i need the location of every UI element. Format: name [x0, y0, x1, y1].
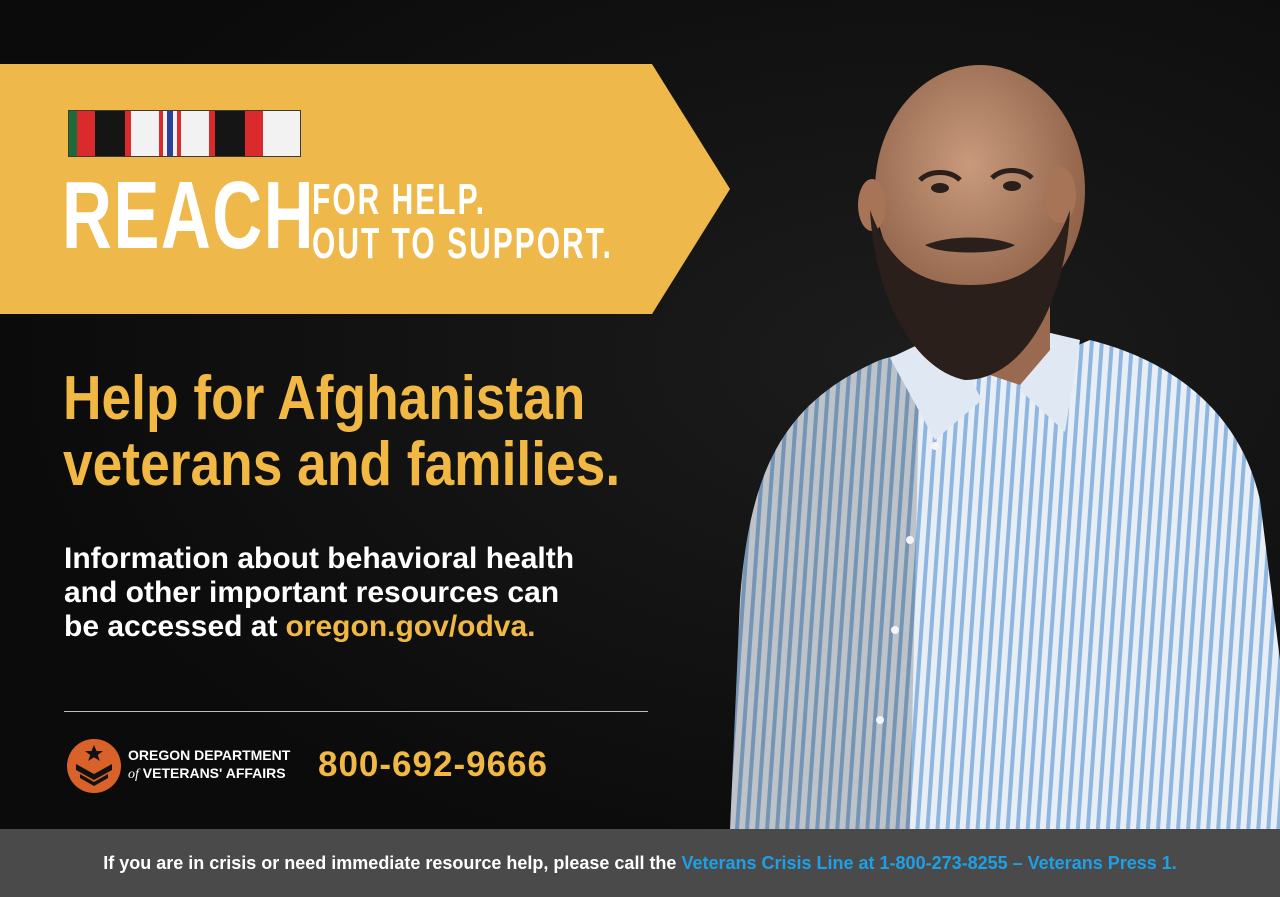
divider: [64, 711, 648, 712]
headline-line-1: Help for Afghanistan: [63, 364, 586, 433]
info-line-3: be accessed at oregon.gov/odva.: [64, 610, 574, 644]
org-line-2: of VETERANS' AFFAIRS: [128, 764, 290, 784]
poster: REACH FOR HELP. OUT TO SUPPORT. Help for…: [0, 0, 1280, 897]
tagline-line-2: OUT TO SUPPORT.: [312, 219, 614, 268]
org-line-2-rest: VETERANS' AFFAIRS: [142, 765, 286, 781]
footer-text: If you are in crisis or need immediate r…: [103, 852, 677, 873]
phone-number[interactable]: 800-692-9666: [318, 745, 548, 785]
org-line-1: OREGON DEPARTMENT: [128, 747, 291, 763]
veteran-photo: [730, 65, 1280, 830]
crisis-footer: If you are in crisis or need immediate r…: [0, 829, 1280, 897]
info-line-3-prefix: be accessed at: [64, 610, 278, 643]
odva-url-link[interactable]: oregon.gov/odva.: [277, 610, 535, 643]
tagline-line-1: FOR HELP.: [312, 175, 487, 224]
odva-logo-icon: [67, 739, 121, 793]
headline: Help for Afghanistan veterans and famili…: [63, 366, 620, 498]
org-of: of: [128, 767, 139, 782]
service-ribbon-icon: [68, 110, 301, 157]
info-line-2: and other important resources can: [64, 576, 560, 609]
reach-word: REACH: [62, 162, 315, 269]
headline-line-2: veterans and families.: [63, 430, 621, 499]
organization-name: OREGON DEPARTMENT of VETERANS' AFFAIRS: [128, 746, 290, 784]
info-text: Information about behavioral health and …: [64, 542, 574, 644]
reach-tagline: FOR HELP. OUT TO SUPPORT.: [312, 178, 613, 266]
info-line-1: Information about behavioral health: [64, 542, 575, 575]
crisis-line-link[interactable]: Veterans Crisis Line at 1-800-273-8255 –…: [676, 853, 1176, 874]
